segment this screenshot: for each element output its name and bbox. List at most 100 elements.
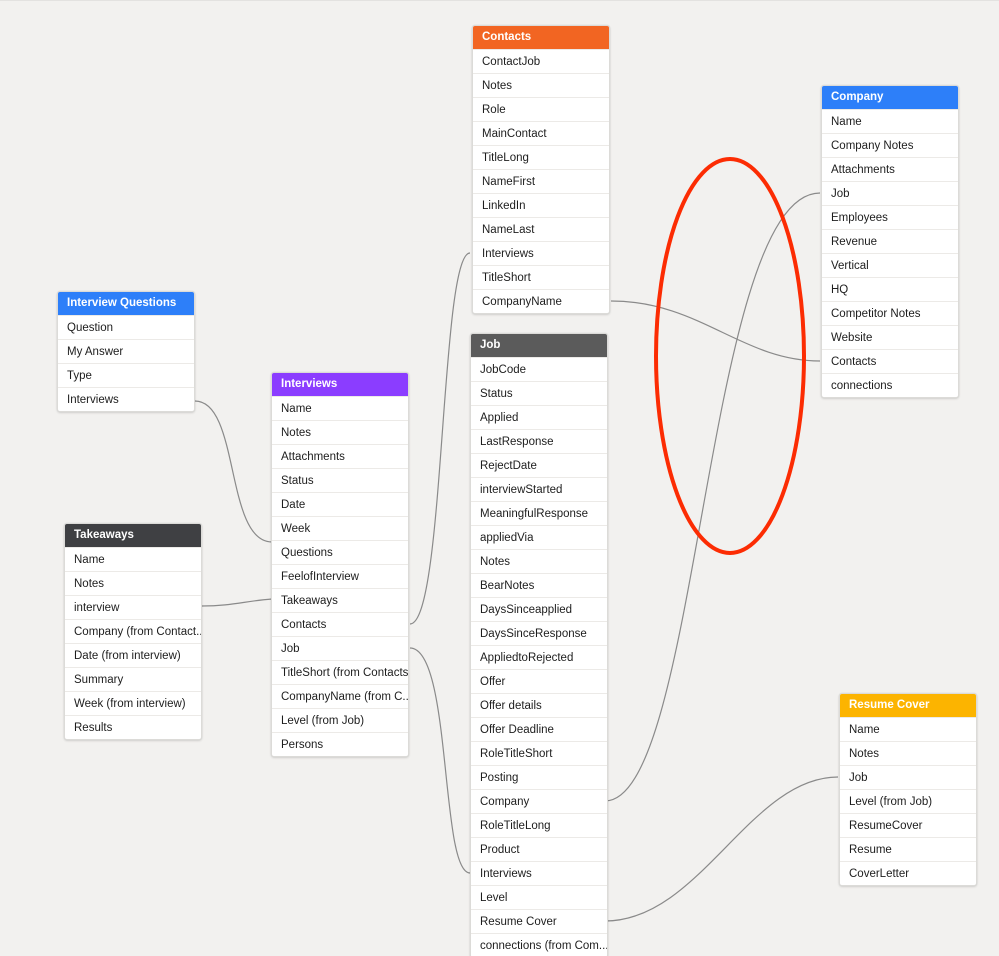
- field-row[interactable]: RoleTitleLong: [471, 813, 607, 837]
- connector-job-to-resume-cover: [604, 776, 839, 922]
- field-row[interactable]: NameLast: [473, 217, 609, 241]
- field-row[interactable]: Attachments: [272, 444, 408, 468]
- field-row[interactable]: Competitor Notes: [822, 301, 958, 325]
- table-header-resume-cover[interactable]: Resume Cover: [840, 694, 976, 717]
- field-row[interactable]: Date (from interview): [65, 643, 201, 667]
- field-row[interactable]: Name: [65, 547, 201, 571]
- connector-job-to-company: [604, 192, 821, 802]
- field-row[interactable]: interview: [65, 595, 201, 619]
- field-row[interactable]: TitleLong: [473, 145, 609, 169]
- field-row[interactable]: JobCode: [471, 357, 607, 381]
- field-row[interactable]: NameFirst: [473, 169, 609, 193]
- field-row[interactable]: RejectDate: [471, 453, 607, 477]
- table-header-interviews[interactable]: Interviews: [272, 373, 408, 396]
- field-row[interactable]: Interviews: [471, 861, 607, 885]
- field-row[interactable]: Notes: [65, 571, 201, 595]
- field-row[interactable]: ContactJob: [473, 49, 609, 73]
- table-header-company[interactable]: Company: [822, 86, 958, 109]
- field-row[interactable]: Notes: [473, 73, 609, 97]
- field-row[interactable]: Takeaways: [272, 588, 408, 612]
- field-row[interactable]: DaysSinceResponse: [471, 621, 607, 645]
- connector-contacts-to-company: [610, 300, 821, 362]
- connector-takeaways-to-interviews: [201, 598, 273, 607]
- table-card-job[interactable]: Job JobCode Status Applied LastResponse Rejec…: [470, 333, 608, 956]
- field-row[interactable]: Job: [840, 765, 976, 789]
- field-row[interactable]: MeaningfulResponse: [471, 501, 607, 525]
- field-row[interactable]: Level (from Job): [272, 708, 408, 732]
- field-row[interactable]: CompanyName (from C...: [272, 684, 408, 708]
- field-row[interactable]: Job: [272, 636, 408, 660]
- field-row[interactable]: Revenue: [822, 229, 958, 253]
- table-header-interview-questions[interactable]: Interview Questions: [58, 292, 194, 315]
- field-row[interactable]: Notes: [272, 420, 408, 444]
- field-row[interactable]: Attachments: [822, 157, 958, 181]
- field-row[interactable]: Company Notes: [822, 133, 958, 157]
- table-header-takeaways[interactable]: Takeaways: [65, 524, 201, 547]
- field-row[interactable]: Date: [272, 492, 408, 516]
- field-row[interactable]: Notes: [840, 741, 976, 765]
- field-row[interactable]: Level: [471, 885, 607, 909]
- field-row[interactable]: Offer details: [471, 693, 607, 717]
- field-row[interactable]: HQ: [822, 277, 958, 301]
- field-row[interactable]: CoverLetter: [840, 861, 976, 885]
- field-row[interactable]: Offer: [471, 669, 607, 693]
- field-row[interactable]: Status: [272, 468, 408, 492]
- field-row[interactable]: Resume: [840, 837, 976, 861]
- field-row[interactable]: TitleShort: [473, 265, 609, 289]
- field-row[interactable]: Notes: [471, 549, 607, 573]
- field-row[interactable]: Name: [272, 396, 408, 420]
- field-row[interactable]: Website: [822, 325, 958, 349]
- field-row[interactable]: Results: [65, 715, 201, 739]
- field-row[interactable]: LastResponse: [471, 429, 607, 453]
- field-row[interactable]: Job: [822, 181, 958, 205]
- field-row[interactable]: connections: [822, 373, 958, 397]
- field-row[interactable]: FeelofInterview: [272, 564, 408, 588]
- field-row[interactable]: Resume Cover: [471, 909, 607, 933]
- field-row[interactable]: Offer Deadline: [471, 717, 607, 741]
- field-row[interactable]: CompanyName: [473, 289, 609, 313]
- field-row[interactable]: Level (from Job): [840, 789, 976, 813]
- field-row[interactable]: DaysSinceapplied: [471, 597, 607, 621]
- field-row[interactable]: Role: [473, 97, 609, 121]
- field-row[interactable]: Company (from Contact...: [65, 619, 201, 643]
- field-row[interactable]: MainContact: [473, 121, 609, 145]
- field-row[interactable]: Employees: [822, 205, 958, 229]
- field-row[interactable]: My Answer: [58, 339, 194, 363]
- table-card-contacts[interactable]: Contacts ContactJob Notes Role MainContact Ti…: [472, 25, 610, 314]
- field-row[interactable]: Type: [58, 363, 194, 387]
- field-row[interactable]: LinkedIn: [473, 193, 609, 217]
- field-row[interactable]: Name: [822, 109, 958, 133]
- field-row[interactable]: TitleShort (from Contacts): [272, 660, 408, 684]
- field-row[interactable]: BearNotes: [471, 573, 607, 597]
- field-row[interactable]: Question: [58, 315, 194, 339]
- field-row[interactable]: Persons: [272, 732, 408, 756]
- field-row[interactable]: Contacts: [272, 612, 408, 636]
- field-row[interactable]: Name: [840, 717, 976, 741]
- field-row[interactable]: ResumeCover: [840, 813, 976, 837]
- field-row[interactable]: Summary: [65, 667, 201, 691]
- table-header-job[interactable]: Job: [471, 334, 607, 357]
- table-card-interviews[interactable]: Interviews Name Notes Attachments Status Date…: [271, 372, 409, 757]
- field-row[interactable]: Vertical: [822, 253, 958, 277]
- field-row[interactable]: Applied: [471, 405, 607, 429]
- field-row[interactable]: RoleTitleShort: [471, 741, 607, 765]
- field-row[interactable]: Week (from interview): [65, 691, 201, 715]
- table-card-takeaways[interactable]: Takeaways Name Notes interview Company (from…: [64, 523, 202, 740]
- table-card-interview-questions[interactable]: Interview Questions Question My Answer Type…: [57, 291, 195, 412]
- field-row[interactable]: Week: [272, 516, 408, 540]
- field-row[interactable]: Interviews: [58, 387, 194, 411]
- table-header-contacts[interactable]: Contacts: [473, 26, 609, 49]
- field-row[interactable]: interviewStarted: [471, 477, 607, 501]
- field-row[interactable]: Status: [471, 381, 607, 405]
- field-row[interactable]: Company: [471, 789, 607, 813]
- field-row[interactable]: Contacts: [822, 349, 958, 373]
- field-row[interactable]: connections (from Com...: [471, 933, 607, 956]
- field-row[interactable]: Product: [471, 837, 607, 861]
- field-row[interactable]: Questions: [272, 540, 408, 564]
- field-row[interactable]: AppliedtoRejected: [471, 645, 607, 669]
- field-row[interactable]: Interviews: [473, 241, 609, 265]
- field-row[interactable]: appliedVia: [471, 525, 607, 549]
- table-card-company[interactable]: Company Name Company Notes Attachments Job Em…: [821, 85, 959, 398]
- field-row[interactable]: Posting: [471, 765, 607, 789]
- table-card-resume-cover[interactable]: Resume Cover Name Notes Job Level (from Job)…: [839, 693, 977, 886]
